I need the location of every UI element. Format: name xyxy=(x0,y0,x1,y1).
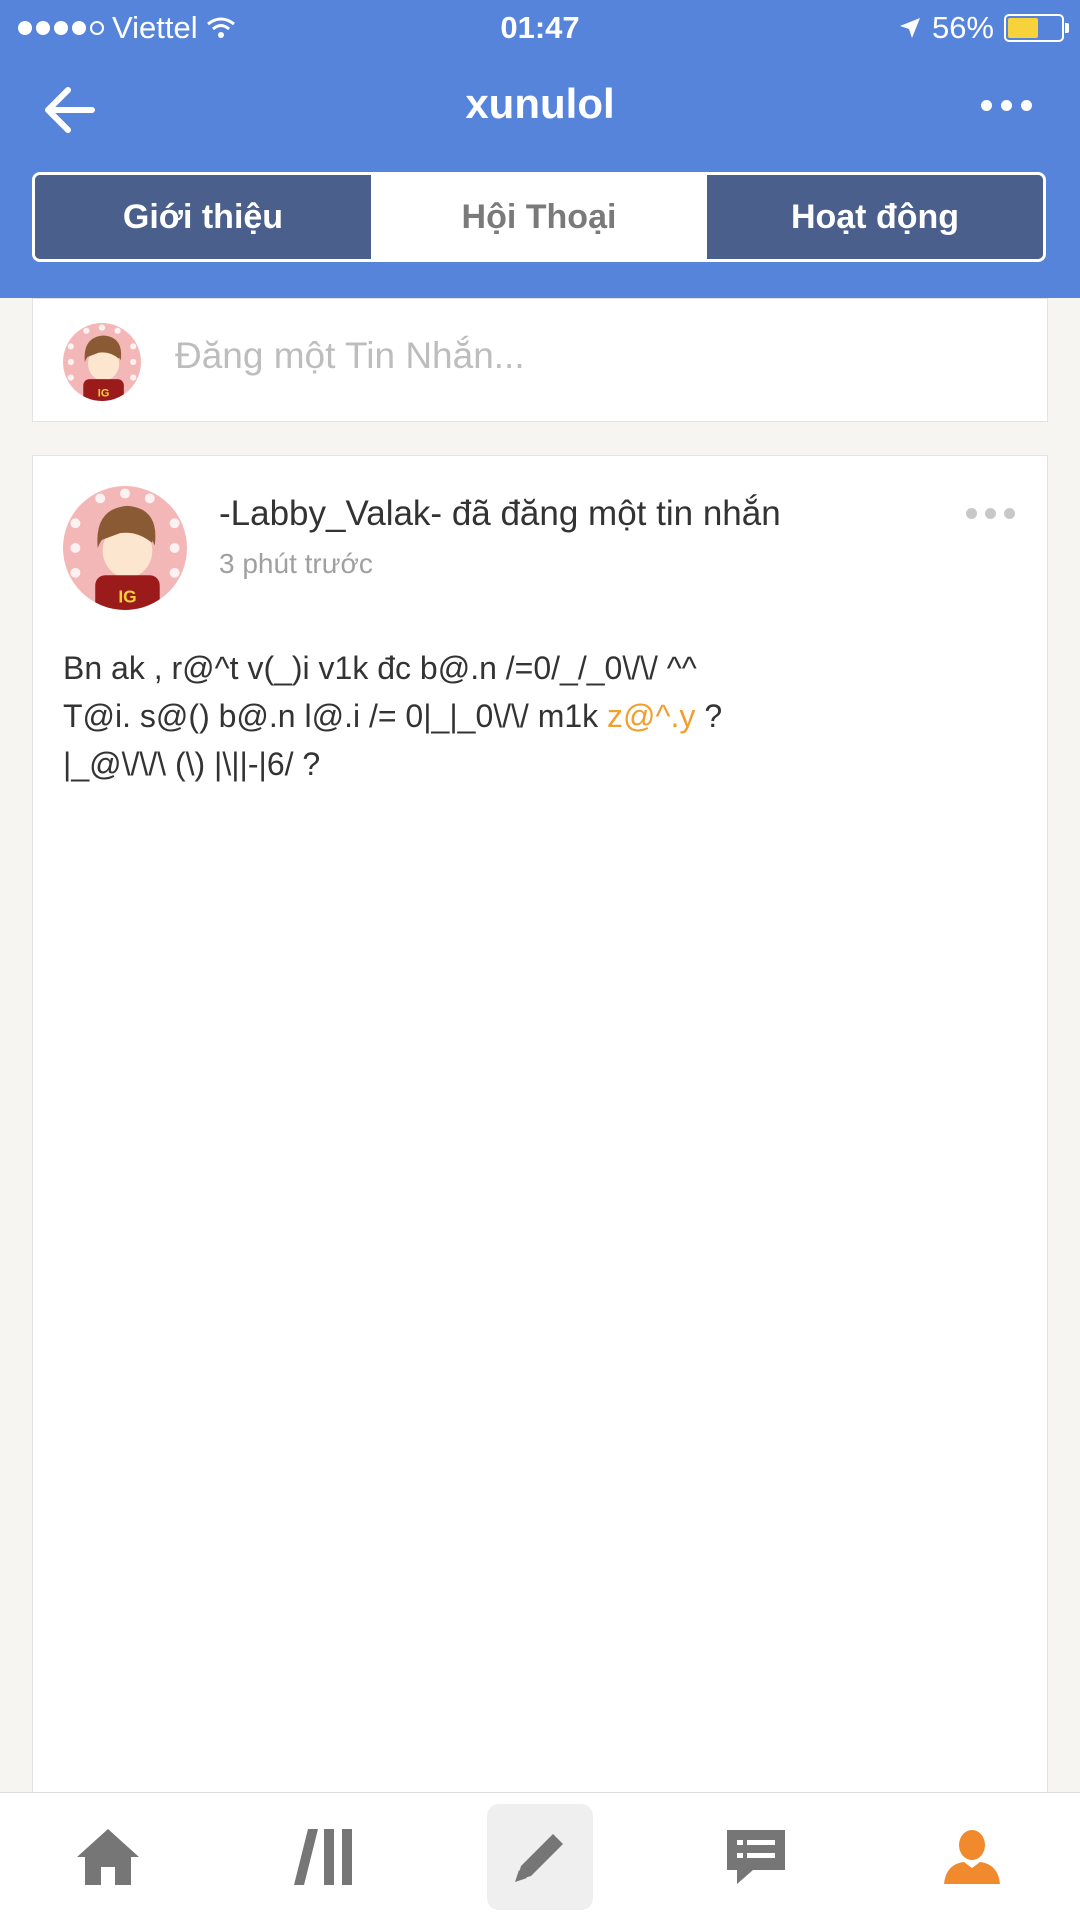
tab-intro[interactable]: Giới thiệu xyxy=(35,175,371,259)
compose-placeholder: Đăng một Tin Nhắn... xyxy=(175,335,525,376)
battery-icon xyxy=(1004,14,1069,42)
tab-activity[interactable]: Hoạt động xyxy=(707,175,1043,259)
avatar: IG xyxy=(63,323,141,401)
page-title: xunulol xyxy=(465,80,615,127)
chat-icon xyxy=(727,1830,785,1884)
home-icon xyxy=(77,1829,139,1885)
message-body: Bn ak , r@^t v(_)i v1k đc b@.n /=0/_/_0\… xyxy=(63,644,1003,788)
top-bar: Viettel 01:47 56% xunulol Giới thiệu Hội… xyxy=(0,0,1080,298)
battery-percent: 56% xyxy=(931,10,994,45)
profile-tabs: Giới thiệu Hội Thoại Hoạt động xyxy=(32,172,1046,262)
highlighted-text: z@^.y xyxy=(607,698,696,734)
more-options-button[interactable] xyxy=(981,100,1032,111)
nav-home[interactable] xyxy=(0,1793,216,1921)
message-line: |_@\/\/\ (\) |\||-|6/ ? xyxy=(63,746,321,782)
post-timestamp: 3 phút trước xyxy=(219,548,373,579)
message-line: T@i. s@() b@.n l@.i /= 0|_|_0\/\/ m1k z@… xyxy=(63,692,1003,740)
message-text: T@i. s@() b@.n l@.i /= 0|_|_0\/\/ m1k xyxy=(63,698,608,734)
nav-chat[interactable] xyxy=(648,1793,864,1921)
message-text: ? xyxy=(695,698,723,734)
nav-profile[interactable] xyxy=(864,1793,1080,1921)
svg-text:IG: IG xyxy=(98,387,110,399)
post-author-line[interactable]: -Labby_Valak- đã đăng một tin nhắn xyxy=(219,494,781,534)
nav-feed[interactable] xyxy=(216,1793,432,1921)
bottom-navigation xyxy=(0,1792,1080,1921)
tab-conversation[interactable]: Hội Thoại xyxy=(371,175,707,259)
location-arrow-icon xyxy=(899,18,920,38)
navigation-bar: xunulol xyxy=(0,60,1080,156)
feed-icon xyxy=(294,1829,352,1885)
message-line: Bn ak , r@^t v(_)i v1k đc b@.n /=0/_/_0\… xyxy=(63,650,697,686)
author-avatar[interactable]: IG xyxy=(63,486,187,610)
message-card: IG -Labby_Valak- đã đăng một tin nhắn 3 … xyxy=(32,455,1048,1795)
status-bar: Viettel 01:47 56% xyxy=(0,0,1080,56)
nav-compose[interactable] xyxy=(432,1793,648,1921)
svg-text:IG: IG xyxy=(118,587,136,607)
pencil-icon xyxy=(515,1834,563,1882)
post-options-button[interactable] xyxy=(966,508,1015,519)
profile-icon xyxy=(944,1830,1000,1884)
compose-box[interactable]: IG Đăng một Tin Nhắn... xyxy=(32,298,1048,422)
